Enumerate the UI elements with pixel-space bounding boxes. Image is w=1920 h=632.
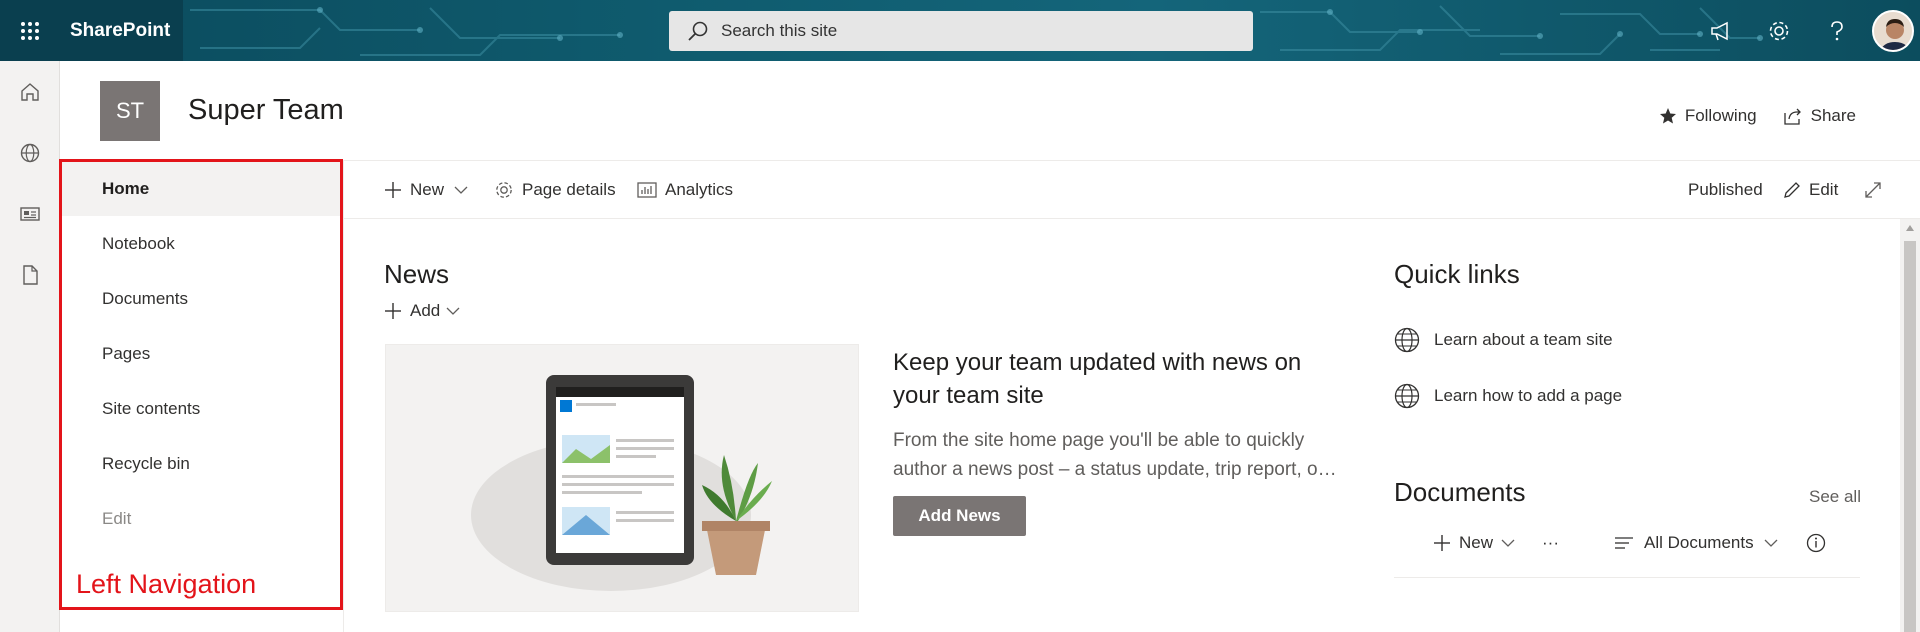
quicklink-item[interactable]: Learn how to add a page xyxy=(1394,383,1622,409)
sharepoint-brand-link[interactable]: SharePoint xyxy=(60,0,183,61)
edit-label: Edit xyxy=(1809,180,1839,199)
news-add-label: Add xyxy=(410,301,441,320)
command-bar: New Page details Analytics Published Edi… xyxy=(344,161,1920,219)
news-title: News xyxy=(384,259,450,289)
news-headline[interactable]: Keep your team updated with news on your… xyxy=(893,346,1333,412)
site-title[interactable]: Super Team xyxy=(188,94,344,127)
page-details-label: Page details xyxy=(522,180,616,199)
chevron-down-icon xyxy=(1764,539,1778,547)
quicklink-label: Learn how to add a page xyxy=(1434,386,1623,405)
see-all-link[interactable]: See all xyxy=(1809,487,1861,507)
gear-icon xyxy=(1769,21,1789,40)
gear-icon xyxy=(496,182,512,198)
globe-icon xyxy=(1394,383,1420,409)
app-launcher-button[interactable] xyxy=(0,0,60,61)
publish-status: Published xyxy=(1688,161,1763,219)
appbar-home[interactable] xyxy=(0,61,60,122)
app-bar xyxy=(0,61,60,632)
annotation-box xyxy=(59,159,343,610)
share-label: Share xyxy=(1810,106,1856,125)
documents-title: Documents xyxy=(1394,477,1526,507)
documents-new-button[interactable]: New xyxy=(1433,533,1515,553)
waffle-icon xyxy=(21,21,39,40)
share-icon xyxy=(1783,108,1801,125)
site-logo[interactable]: ST xyxy=(100,81,160,141)
expand-button[interactable] xyxy=(1864,161,1890,219)
star-icon xyxy=(1659,108,1676,124)
tablet-plant-illustration xyxy=(471,375,772,591)
appbar-files[interactable] xyxy=(0,244,60,305)
analytics-icon xyxy=(637,182,657,198)
settings-button[interactable] xyxy=(1750,0,1808,61)
globe-icon xyxy=(20,143,40,162)
expand-icon xyxy=(1865,182,1881,198)
documents-info-button[interactable] xyxy=(1806,533,1826,553)
list-view-icon xyxy=(1615,537,1633,549)
news-add-button[interactable]: Add xyxy=(384,301,460,321)
search-box[interactable]: Search this site xyxy=(669,11,1253,51)
new-menu-button[interactable]: New xyxy=(384,161,468,219)
appbar-news[interactable] xyxy=(0,183,60,244)
publish-status-label: Published xyxy=(1688,180,1763,199)
page-canvas: News Add Keep your team updated with new… xyxy=(344,219,1900,632)
scroll-thumb[interactable] xyxy=(1904,241,1916,632)
search-placeholder: Search this site xyxy=(721,21,838,40)
plus-icon xyxy=(385,182,401,198)
news-icon xyxy=(20,206,40,221)
megaphone-icon xyxy=(1711,21,1728,40)
home-icon xyxy=(21,82,39,101)
appbar-sites[interactable] xyxy=(0,122,60,183)
help-icon xyxy=(1831,20,1843,40)
chevron-down-icon xyxy=(454,186,468,194)
documents-new-label: New xyxy=(1459,533,1494,552)
news-illustration xyxy=(385,344,859,612)
following-label: Following xyxy=(1684,106,1757,125)
search-icon xyxy=(688,21,708,41)
more-label: ··· xyxy=(1542,533,1559,552)
view-label: All Documents xyxy=(1644,533,1754,552)
plus-icon xyxy=(1434,535,1450,551)
page-scrollbar[interactable] xyxy=(1900,219,1920,632)
site-header: ST Super Team Following Share xyxy=(60,61,1920,161)
edit-page-button[interactable]: Edit xyxy=(1783,161,1838,219)
suite-bar: SharePoint Search this site xyxy=(0,0,1920,61)
brand-name: SharePoint xyxy=(70,19,171,41)
document-icon xyxy=(23,264,38,285)
documents-more-button[interactable]: ··· xyxy=(1542,533,1559,553)
quicklink-item[interactable]: Learn about a team site xyxy=(1394,327,1613,353)
pencil-icon xyxy=(1784,182,1800,198)
quicklink-label: Learn about a team site xyxy=(1434,330,1613,349)
documents-view-selector[interactable]: All Documents xyxy=(1614,533,1778,553)
news-description: From the site home page you'll be able t… xyxy=(893,430,1337,480)
documents-divider xyxy=(1394,577,1860,578)
page-details-button[interactable]: Page details xyxy=(494,161,616,219)
scroll-up-arrow[interactable] xyxy=(1906,225,1914,231)
chevron-down-icon xyxy=(446,307,460,315)
info-icon xyxy=(1806,533,1826,553)
quicklinks-title: Quick links xyxy=(1394,259,1520,289)
globe-icon xyxy=(1394,327,1420,353)
plus-icon xyxy=(385,303,401,319)
user-avatar[interactable] xyxy=(1872,9,1914,52)
annotation-label: Left Navigation xyxy=(76,569,257,599)
feedback-button[interactable] xyxy=(1692,0,1750,61)
help-button[interactable] xyxy=(1808,0,1866,61)
user-photo xyxy=(1874,11,1912,50)
add-news-button[interactable]: Add News xyxy=(893,496,1026,536)
analytics-label: Analytics xyxy=(665,180,734,199)
share-button[interactable]: Share xyxy=(1783,106,1856,126)
following-button[interactable]: Following xyxy=(1659,106,1757,126)
analytics-button[interactable]: Analytics xyxy=(637,161,733,219)
new-label: New xyxy=(410,180,445,199)
chevron-down-icon xyxy=(1501,539,1515,547)
